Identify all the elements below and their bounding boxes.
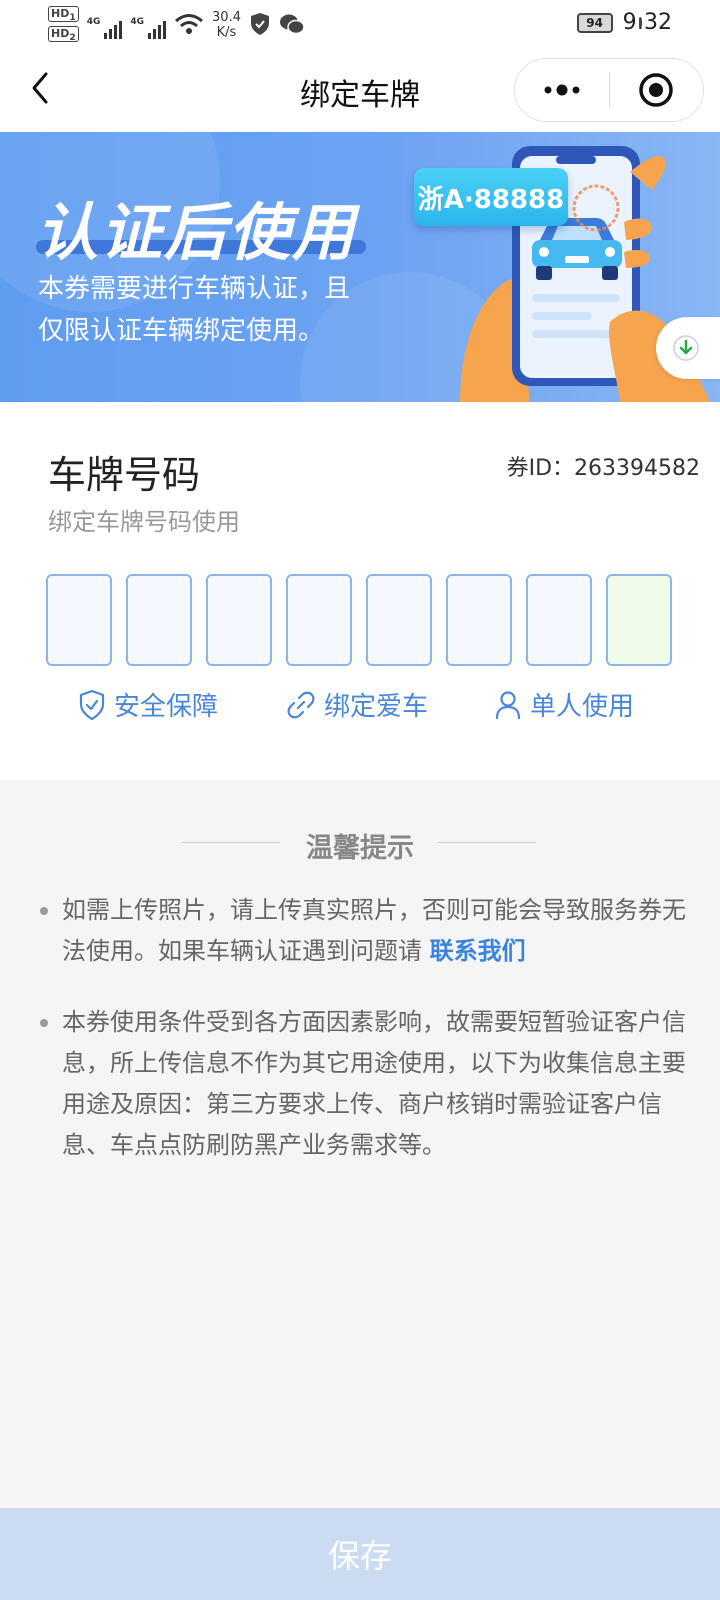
coupon-id-label: 券ID： — [506, 456, 575, 481]
tip-item-1-text: 如需上传照片，请上传真实照片，否则可能会导致服务券无法使用。如果车辆认证遇到问题… — [62, 896, 686, 965]
wifi-icon — [175, 14, 203, 34]
coupon-id-value: 263394582 — [574, 456, 700, 481]
bullet-dot — [40, 1019, 48, 1027]
signal-2-icon: 4G — [130, 17, 167, 39]
banner-subtitle-line1: 本券需要进行车辆认证，且 — [38, 274, 351, 304]
signal-1-icon: 4G — [87, 17, 123, 39]
hd2-badge: HD2 — [48, 26, 79, 43]
plate-char-box-2[interactable] — [126, 574, 192, 666]
more-dots-icon — [544, 84, 580, 96]
bullet-dot — [40, 907, 48, 915]
wechat-icon — [279, 14, 305, 35]
shield-status-icon — [250, 13, 269, 35]
link-icon — [287, 691, 315, 718]
banner-title: 认证后使用 — [36, 196, 357, 269]
tip-item-1: 如需上传照片，请上传真实照片，否则可能会导致服务券无法使用。如果车辆认证遇到问题… — [40, 890, 692, 972]
save-button[interactable]: 保存 — [0, 1508, 720, 1600]
download-float-button[interactable] — [656, 317, 720, 379]
clock: 9:32 — [622, 10, 672, 35]
status-bar-left: HD1 HD2 4G 4G 30.4 K/s — [48, 6, 305, 43]
plate-card: 车牌号码 券ID：263394582 绑定车牌号码使用 安全保障 绑定爱车 单人… — [0, 402, 720, 780]
feature-security-label: 安全保障 — [114, 692, 219, 722]
plate-char-box-3[interactable] — [206, 574, 272, 666]
contact-us-link[interactable]: 联系我们 — [430, 937, 526, 965]
feature-single-user-label: 单人使用 — [530, 692, 635, 722]
plate-char-box-7[interactable] — [526, 574, 592, 666]
verification-banner: 认证后使用 本券需要进行车辆认证，且 仅限认证车辆绑定使用。 浙A·88888 — [0, 132, 720, 402]
tips-divider-right — [438, 842, 536, 843]
hd1-badge: HD1 — [48, 6, 79, 23]
plate-char-box-4[interactable] — [286, 574, 352, 666]
plate-char-box-6[interactable] — [446, 574, 512, 666]
battery-icon: 94 — [576, 12, 642, 33]
tips-title: 温馨提示 — [306, 833, 414, 864]
tip-item-2-text: 本券使用条件受到各方面因素影响，故需要短暂验证客户信息，所上传信息不作为其它用途… — [62, 1008, 686, 1159]
coupon-id: 券ID：263394582 — [507, 450, 700, 482]
tip-item-2: 本券使用条件受到各方面因素影响，故需要短暂验证客户信息，所上传信息不作为其它用途… — [40, 1002, 692, 1166]
feature-bind-car-label: 绑定爱车 — [324, 692, 429, 722]
network-type-1: 4G — [86, 17, 101, 27]
banner-subtitle: 本券需要进行车辆认证，且 仅限认证车辆绑定使用。 — [38, 268, 418, 352]
plate-input-boxes — [46, 574, 672, 666]
target-circle-icon — [639, 73, 674, 107]
plate-section-title: 车牌号码 — [48, 453, 201, 497]
status-bar-right: 94 9:32 — [576, 10, 672, 35]
battery-level: 94 — [576, 12, 613, 33]
close-miniprogram-button[interactable] — [610, 58, 703, 122]
download-arrow-icon — [673, 335, 699, 361]
tips-header: 温馨提示 — [0, 822, 720, 864]
feature-single-user: 单人使用 — [494, 686, 634, 723]
hd-indicators: HD1 HD2 — [48, 6, 79, 43]
shield-check-icon — [79, 689, 105, 720]
plate-char-box-1[interactable] — [46, 574, 112, 666]
more-button[interactable] — [515, 58, 609, 122]
network-speed: 30.4 K/s — [212, 10, 241, 40]
network-type-2: 4G — [130, 17, 145, 27]
plate-char-box-new-energy[interactable] — [606, 574, 672, 666]
miniprogram-capsule — [514, 58, 704, 122]
feature-security: 安全保障 — [78, 686, 218, 723]
plate-section-subtitle: 绑定车牌号码使用 — [48, 508, 240, 536]
plate-example-tag: 浙A·88888 — [414, 168, 568, 226]
plate-char-box-5[interactable] — [366, 574, 432, 666]
user-icon — [495, 690, 521, 719]
banner-subtitle-line2: 仅限认证车辆绑定使用。 — [38, 316, 325, 346]
status-bar: HD1 HD2 4G 4G 30.4 K/s 94 9:32 — [0, 0, 720, 50]
nav-bar: 绑定车牌 — [0, 50, 720, 132]
feature-bind-car: 绑定爱车 — [286, 686, 428, 723]
